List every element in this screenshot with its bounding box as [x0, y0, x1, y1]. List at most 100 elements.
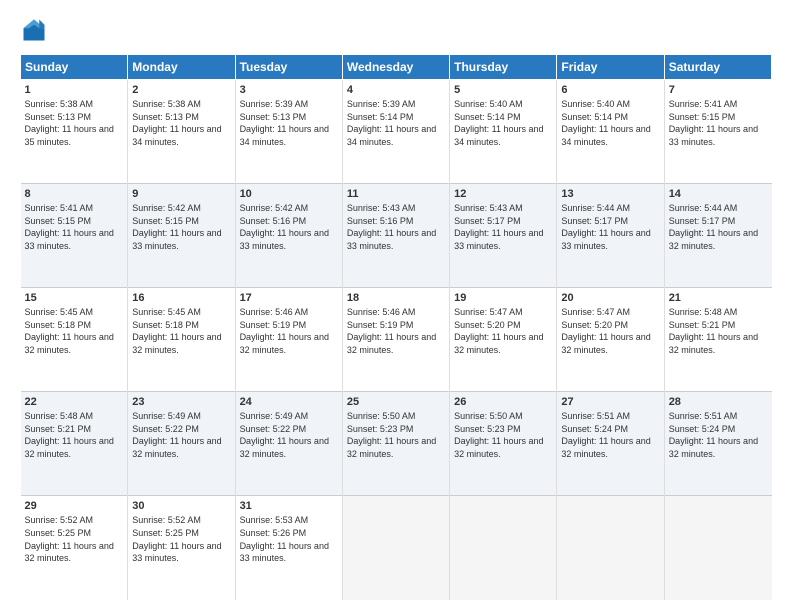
day-info: Sunrise: 5:51 AMSunset: 5:24 PMDaylight:…	[561, 410, 659, 460]
day-number: 12	[454, 188, 552, 200]
day-number: 10	[240, 188, 338, 200]
day-number: 6	[561, 84, 659, 96]
calendar: SundayMondayTuesdayWednesdayThursdayFrid…	[20, 54, 772, 600]
day-info: Sunrise: 5:41 AMSunset: 5:15 PMDaylight:…	[25, 202, 124, 252]
day-cell: 15 Sunrise: 5:45 AMSunset: 5:18 PMDayligh…	[21, 288, 128, 392]
day-cell: 4 Sunrise: 5:39 AMSunset: 5:14 PMDaylight…	[342, 80, 449, 184]
day-cell: 8 Sunrise: 5:41 AMSunset: 5:15 PMDaylight…	[21, 184, 128, 288]
col-header-saturday: Saturday	[664, 55, 771, 80]
day-info: Sunrise: 5:40 AMSunset: 5:14 PMDaylight:…	[454, 98, 552, 148]
day-number: 22	[25, 396, 124, 408]
day-number: 27	[561, 396, 659, 408]
day-number: 3	[240, 84, 338, 96]
page: SundayMondayTuesdayWednesdayThursdayFrid…	[0, 0, 792, 612]
header	[20, 16, 772, 44]
header-row: SundayMondayTuesdayWednesdayThursdayFrid…	[21, 55, 772, 80]
day-info: Sunrise: 5:39 AMSunset: 5:13 PMDaylight:…	[240, 98, 338, 148]
day-cell: 17Sunrise: 5:46 AMSunset: 5:19 PMDayligh…	[235, 288, 342, 392]
day-info: Sunrise: 5:53 AMSunset: 5:26 PMDaylight:…	[240, 514, 338, 564]
day-info: Sunrise: 5:48 AMSunset: 5:21 PMDaylight:…	[25, 410, 124, 460]
day-number: 2	[132, 84, 230, 96]
day-number: 5	[454, 84, 552, 96]
day-number: 16	[132, 292, 230, 304]
col-header-friday: Friday	[557, 55, 664, 80]
day-info: Sunrise: 5:38 AMSunset: 5:13 PMDaylight:…	[132, 98, 230, 148]
day-cell: 10 Sunrise: 5:42 AMSunset: 5:16 PMDayligh…	[235, 184, 342, 288]
day-number: 8	[25, 188, 124, 200]
day-cell: 7 Sunrise: 5:41 AMSunset: 5:15 PMDaylight…	[664, 80, 771, 184]
day-cell: 6 Sunrise: 5:40 AMSunset: 5:14 PMDaylight…	[557, 80, 664, 184]
day-cell: 28 Sunrise: 5:51 AMSunset: 5:24 PMDayligh…	[664, 392, 771, 496]
day-info: Sunrise: 5:52 AMSunset: 5:25 PMDaylight:…	[132, 514, 230, 564]
day-info: Sunrise: 5:42 AMSunset: 5:16 PMDaylight:…	[240, 202, 338, 252]
day-cell: 26Sunrise: 5:50 AMSunset: 5:23 PMDayligh…	[450, 392, 557, 496]
day-cell: 18Sunrise: 5:46 AMSunset: 5:19 PMDayligh…	[342, 288, 449, 392]
day-info: Sunrise: 5:46 AMSunset: 5:19 PMDaylight:…	[347, 306, 445, 356]
day-cell: 30 Sunrise: 5:52 AMSunset: 5:25 PMDayligh…	[128, 496, 235, 600]
day-info: Sunrise: 5:52 AMSunset: 5:25 PMDaylight:…	[25, 514, 124, 564]
day-info: Sunrise: 5:48 AMSunset: 5:21 PMDaylight:…	[669, 306, 768, 356]
day-cell: 29 Sunrise: 5:52 AMSunset: 5:25 PMDayligh…	[21, 496, 128, 600]
day-cell: 14 Sunrise: 5:44 AMSunset: 5:17 PMDayligh…	[664, 184, 771, 288]
day-cell: 1Sunrise: 5:38 AMSunset: 5:13 PMDaylight…	[21, 80, 128, 184]
day-cell: 27 Sunrise: 5:51 AMSunset: 5:24 PMDayligh…	[557, 392, 664, 496]
day-number: 23	[132, 396, 230, 408]
day-info: Sunrise: 5:50 AMSunset: 5:23 PMDaylight:…	[347, 410, 445, 460]
day-number: 14	[669, 188, 768, 200]
day-number: 25	[347, 396, 445, 408]
day-cell: 20Sunrise: 5:47 AMSunset: 5:20 PMDayligh…	[557, 288, 664, 392]
col-header-sunday: Sunday	[21, 55, 128, 80]
day-number: 24	[240, 396, 338, 408]
day-cell: 2 Sunrise: 5:38 AMSunset: 5:13 PMDaylight…	[128, 80, 235, 184]
day-number: 31	[240, 500, 338, 512]
day-number: 13	[561, 188, 659, 200]
day-cell: 13 Sunrise: 5:44 AMSunset: 5:17 PMDayligh…	[557, 184, 664, 288]
day-cell: 5 Sunrise: 5:40 AMSunset: 5:14 PMDaylight…	[450, 80, 557, 184]
week-row-5: 22 Sunrise: 5:48 AMSunset: 5:21 PMDayligh…	[21, 392, 772, 496]
week-row-6: 29 Sunrise: 5:52 AMSunset: 5:25 PMDayligh…	[21, 496, 772, 600]
col-header-tuesday: Tuesday	[235, 55, 342, 80]
day-info: Sunrise: 5:44 AMSunset: 5:17 PMDaylight:…	[669, 202, 768, 252]
day-info: Sunrise: 5:49 AMSunset: 5:22 PMDaylight:…	[240, 410, 338, 460]
day-number: 30	[132, 500, 230, 512]
day-number: 21	[669, 292, 768, 304]
day-cell	[664, 496, 771, 600]
day-cell: 23Sunrise: 5:49 AMSunset: 5:22 PMDayligh…	[128, 392, 235, 496]
week-row-3: 8 Sunrise: 5:41 AMSunset: 5:15 PMDaylight…	[21, 184, 772, 288]
calendar-table: SundayMondayTuesdayWednesdayThursdayFrid…	[20, 54, 772, 600]
day-info: Sunrise: 5:51 AMSunset: 5:24 PMDaylight:…	[669, 410, 768, 460]
day-number: 7	[669, 84, 768, 96]
day-number: 11	[347, 188, 445, 200]
day-cell	[342, 496, 449, 600]
day-number: 4	[347, 84, 445, 96]
day-number: 28	[669, 396, 768, 408]
day-number: 15	[25, 292, 124, 304]
day-cell: 31 Sunrise: 5:53 AMSunset: 5:26 PMDayligh…	[235, 496, 342, 600]
day-cell: 19Sunrise: 5:47 AMSunset: 5:20 PMDayligh…	[450, 288, 557, 392]
col-header-thursday: Thursday	[450, 55, 557, 80]
day-info: Sunrise: 5:39 AMSunset: 5:14 PMDaylight:…	[347, 98, 445, 148]
day-info: Sunrise: 5:41 AMSunset: 5:15 PMDaylight:…	[669, 98, 768, 148]
day-cell	[450, 496, 557, 600]
week-row-4: 15 Sunrise: 5:45 AMSunset: 5:18 PMDayligh…	[21, 288, 772, 392]
day-number: 29	[25, 500, 124, 512]
day-cell: 16Sunrise: 5:45 AMSunset: 5:18 PMDayligh…	[128, 288, 235, 392]
day-info: Sunrise: 5:46 AMSunset: 5:19 PMDaylight:…	[240, 306, 338, 356]
day-cell: 25 Sunrise: 5:50 AMSunset: 5:23 PMDayligh…	[342, 392, 449, 496]
day-info: Sunrise: 5:47 AMSunset: 5:20 PMDaylight:…	[561, 306, 659, 356]
day-cell: 24 Sunrise: 5:49 AMSunset: 5:22 PMDayligh…	[235, 392, 342, 496]
day-cell	[557, 496, 664, 600]
day-number: 9	[132, 188, 230, 200]
day-cell: 22 Sunrise: 5:48 AMSunset: 5:21 PMDayligh…	[21, 392, 128, 496]
day-cell: 12Sunrise: 5:43 AMSunset: 5:17 PMDayligh…	[450, 184, 557, 288]
day-number: 26	[454, 396, 552, 408]
day-info: Sunrise: 5:40 AMSunset: 5:14 PMDaylight:…	[561, 98, 659, 148]
day-info: Sunrise: 5:42 AMSunset: 5:15 PMDaylight:…	[132, 202, 230, 252]
logo	[20, 16, 52, 44]
day-info: Sunrise: 5:45 AMSunset: 5:18 PMDaylight:…	[25, 306, 124, 356]
day-cell: 21 Sunrise: 5:48 AMSunset: 5:21 PMDayligh…	[664, 288, 771, 392]
day-number: 19	[454, 292, 552, 304]
logo-icon	[20, 16, 48, 44]
week-row-2: 1Sunrise: 5:38 AMSunset: 5:13 PMDaylight…	[21, 80, 772, 184]
day-info: Sunrise: 5:44 AMSunset: 5:17 PMDaylight:…	[561, 202, 659, 252]
